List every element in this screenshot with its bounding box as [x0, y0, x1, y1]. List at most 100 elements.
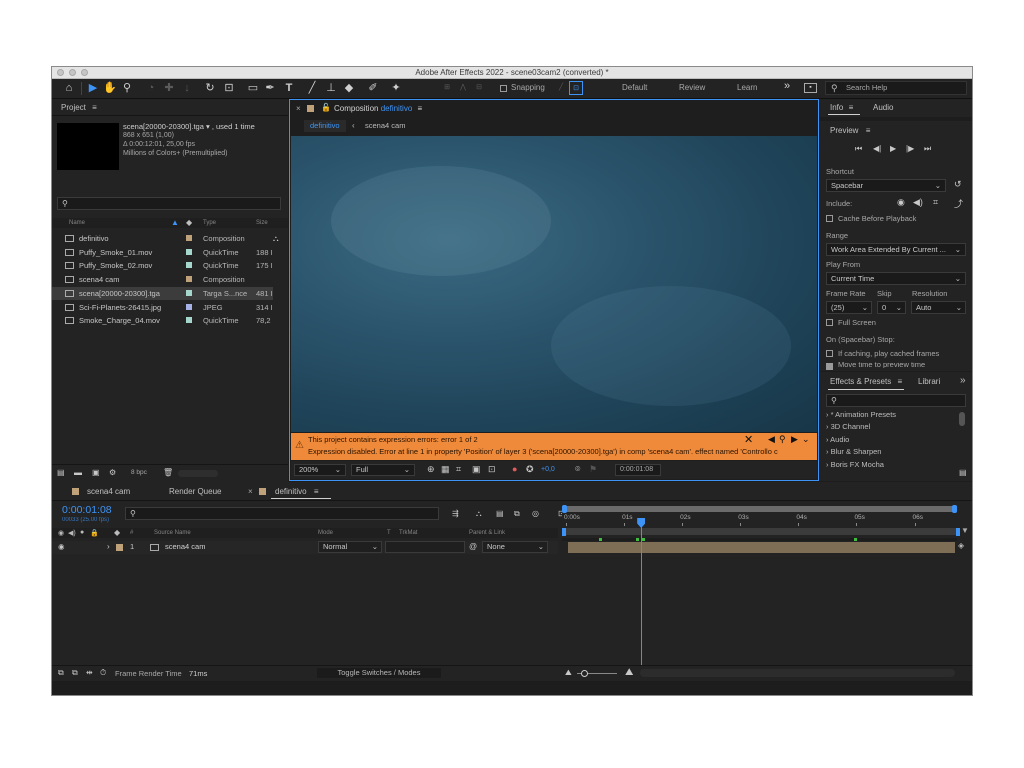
- keyframe-marker[interactable]: [599, 538, 602, 541]
- panel-menu-icon[interactable]: ≡: [418, 104, 423, 113]
- effect-category-item[interactable]: › Audio: [826, 435, 849, 444]
- motion-blur-icon[interactable]: ◎: [532, 509, 539, 518]
- export-preview-icon[interactable]: ⤴: [954, 197, 963, 210]
- reset-exposure-icon[interactable]: ✪: [526, 464, 534, 475]
- skip-select[interactable]: 0 ⌄: [877, 301, 906, 314]
- size-column-header[interactable]: Size: [256, 220, 268, 226]
- dolly-tool-icon[interactable]: ↓: [180, 81, 194, 95]
- rotation-tool-icon[interactable]: ↻: [203, 81, 217, 95]
- play-icon[interactable]: ▶: [890, 144, 896, 153]
- include-video-icon[interactable]: ◉: [897, 197, 905, 208]
- breadcrumb-definitivo[interactable]: definitivo: [304, 120, 346, 132]
- mask-visibility-icon[interactable]: ⌗: [456, 464, 461, 475]
- trash-icon[interactable]: 🗑: [163, 468, 173, 477]
- workspace-default[interactable]: Default: [622, 83, 647, 92]
- work-area-bar[interactable]: [564, 528, 957, 535]
- orbit-tool-icon[interactable]: ◔: [144, 81, 158, 95]
- play-from-select[interactable]: Current Time ⌄: [826, 272, 966, 285]
- name-column-header[interactable]: Name: [69, 220, 85, 226]
- hide-shy-layers-icon[interactable]: ▤: [496, 509, 504, 518]
- label-color-swatch[interactable]: [186, 262, 192, 269]
- project-item-row[interactable]: Smoke_Charge_04.mov QuickTime 78,2: [52, 314, 273, 327]
- pan-behind-tool-icon[interactable]: ⊡: [222, 81, 236, 95]
- effect-category-item[interactable]: › Boris FX Mocha: [826, 460, 884, 469]
- project-item-row[interactable]: scena[20000-20300].tga Targa S...nce 481 I: [52, 286, 273, 300]
- effects-presets-tab[interactable]: Effects & Presets ≡: [830, 377, 902, 386]
- new-composition-icon[interactable]: ▣: [92, 468, 100, 477]
- layer-trkmat-select[interactable]: [385, 541, 465, 553]
- reset-shortcut-icon[interactable]: ↺: [954, 179, 962, 190]
- label-column-icon[interactable]: ◆: [114, 528, 120, 537]
- type-tool-icon[interactable]: T: [282, 81, 296, 95]
- in-out-icon[interactable]: ⇹: [86, 668, 93, 677]
- current-time-display[interactable]: 0:00:01:08: [62, 504, 112, 516]
- full-screen-checkbox[interactable]: [826, 319, 833, 326]
- panel-menu-icon[interactable]: ≡: [314, 487, 319, 496]
- new-preset-icon[interactable]: ▤: [959, 468, 967, 477]
- layer-duration-bar[interactable]: [568, 542, 955, 553]
- source-name-header[interactable]: Source Name: [154, 530, 191, 536]
- sort-up-icon[interactable]: ▲: [171, 218, 179, 227]
- find-error-icon[interactable]: ⚲: [779, 434, 786, 445]
- move-time-checkbox[interactable]: [826, 363, 833, 370]
- parent-link-header[interactable]: Parent & Link: [469, 530, 505, 536]
- comp-end-marker-icon[interactable]: ▼: [961, 526, 969, 535]
- layer-mode-select[interactable]: Normal ⌄: [318, 541, 382, 553]
- label-color-swatch[interactable]: [186, 248, 192, 255]
- keyframe-marker[interactable]: [854, 538, 857, 541]
- cache-before-playback-checkbox[interactable]: [826, 215, 833, 222]
- snapshot-camera-icon[interactable]: ⌾: [575, 464, 580, 475]
- time-navigator-end-handle[interactable]: [952, 505, 957, 513]
- snap-edge-icon[interactable]: ╱: [554, 81, 568, 95]
- label-color-swatch[interactable]: [186, 276, 192, 283]
- next-frame-icon[interactable]: |▶: [906, 144, 914, 153]
- transfer-controls-icon[interactable]: ⧉: [72, 668, 78, 678]
- include-audio-icon[interactable]: ◀): [913, 197, 923, 208]
- expand-error-icon[interactable]: ⌄: [802, 434, 810, 445]
- toggle-switches-modes-button[interactable]: Toggle Switches / Modes: [317, 668, 441, 678]
- exposure-value[interactable]: +0,0: [541, 466, 555, 473]
- snap-features-icon[interactable]: ⊡: [569, 81, 583, 95]
- composition-viewer[interactable]: [291, 136, 817, 432]
- hand-tool-icon[interactable]: ✋: [103, 81, 117, 95]
- local-axis-icon[interactable]: ⊞: [440, 81, 454, 95]
- magnification-select[interactable]: 200% ⌄: [294, 464, 346, 476]
- mode-header[interactable]: Mode: [318, 530, 333, 536]
- label-color-swatch[interactable]: [186, 303, 192, 310]
- more-panels-icon[interactable]: »: [960, 375, 966, 386]
- type-column-header[interactable]: Type: [203, 220, 216, 226]
- work-area-start-handle[interactable]: [562, 528, 566, 536]
- effect-category-item[interactable]: › * Animation Presets: [826, 410, 896, 419]
- keyframe-marker[interactable]: [642, 538, 645, 541]
- effect-category-item[interactable]: › Blur & Sharpen: [826, 447, 881, 456]
- comp-mini-flowchart-icon[interactable]: ⇶: [452, 509, 459, 518]
- play-cached-frames-checkbox[interactable]: [826, 350, 833, 357]
- audio-tab[interactable]: Audio: [873, 103, 893, 112]
- layer-visibility-icon[interactable]: ◉: [58, 542, 65, 551]
- zoom-tool-icon[interactable]: ⚲: [120, 81, 134, 95]
- last-frame-icon[interactable]: ⏭: [924, 144, 931, 154]
- view-axis-icon[interactable]: ⊟: [472, 81, 486, 95]
- zoom-out-icon[interactable]: ⛰: [565, 668, 572, 678]
- time-graph[interactable]: 0:00s 01s 02s 03s 04s 05s 06s ▼ ◈: [562, 501, 972, 680]
- panel-menu-icon[interactable]: ≡: [866, 126, 871, 135]
- snapping-checkbox[interactable]: [500, 85, 507, 92]
- transparency-grid-icon[interactable]: ▦: [441, 464, 450, 475]
- dismiss-error-icon[interactable]: ✕: [744, 433, 753, 446]
- first-frame-icon[interactable]: ⏮: [855, 144, 862, 154]
- expand-layer-icon[interactable]: ›: [107, 542, 110, 551]
- toggle-view-icon[interactable]: ⊡: [488, 464, 496, 475]
- layer-parent-select[interactable]: None ⌄: [482, 541, 548, 553]
- panel-menu-icon[interactable]: ≡: [92, 103, 97, 112]
- pan-tool-icon[interactable]: ✚: [162, 81, 176, 95]
- pick-whip-icon[interactable]: @: [469, 542, 477, 551]
- timeline-tab-scena4-cam[interactable]: scena4 cam: [87, 487, 130, 496]
- info-tab[interactable]: Info ≡: [830, 103, 853, 112]
- time-navigator-bar[interactable]: [564, 506, 957, 512]
- channel-icon[interactable]: ●: [512, 464, 517, 474]
- layer-out-marker-icon[interactable]: ◈: [958, 541, 964, 550]
- home-icon[interactable]: ⌂: [62, 81, 76, 95]
- project-item-row[interactable]: Puffy_Smoke_02.mov QuickTime 175 I: [52, 259, 273, 272]
- fast-previews-icon[interactable]: ⊕: [427, 464, 435, 475]
- resolution-select[interactable]: Full ⌄: [351, 464, 415, 476]
